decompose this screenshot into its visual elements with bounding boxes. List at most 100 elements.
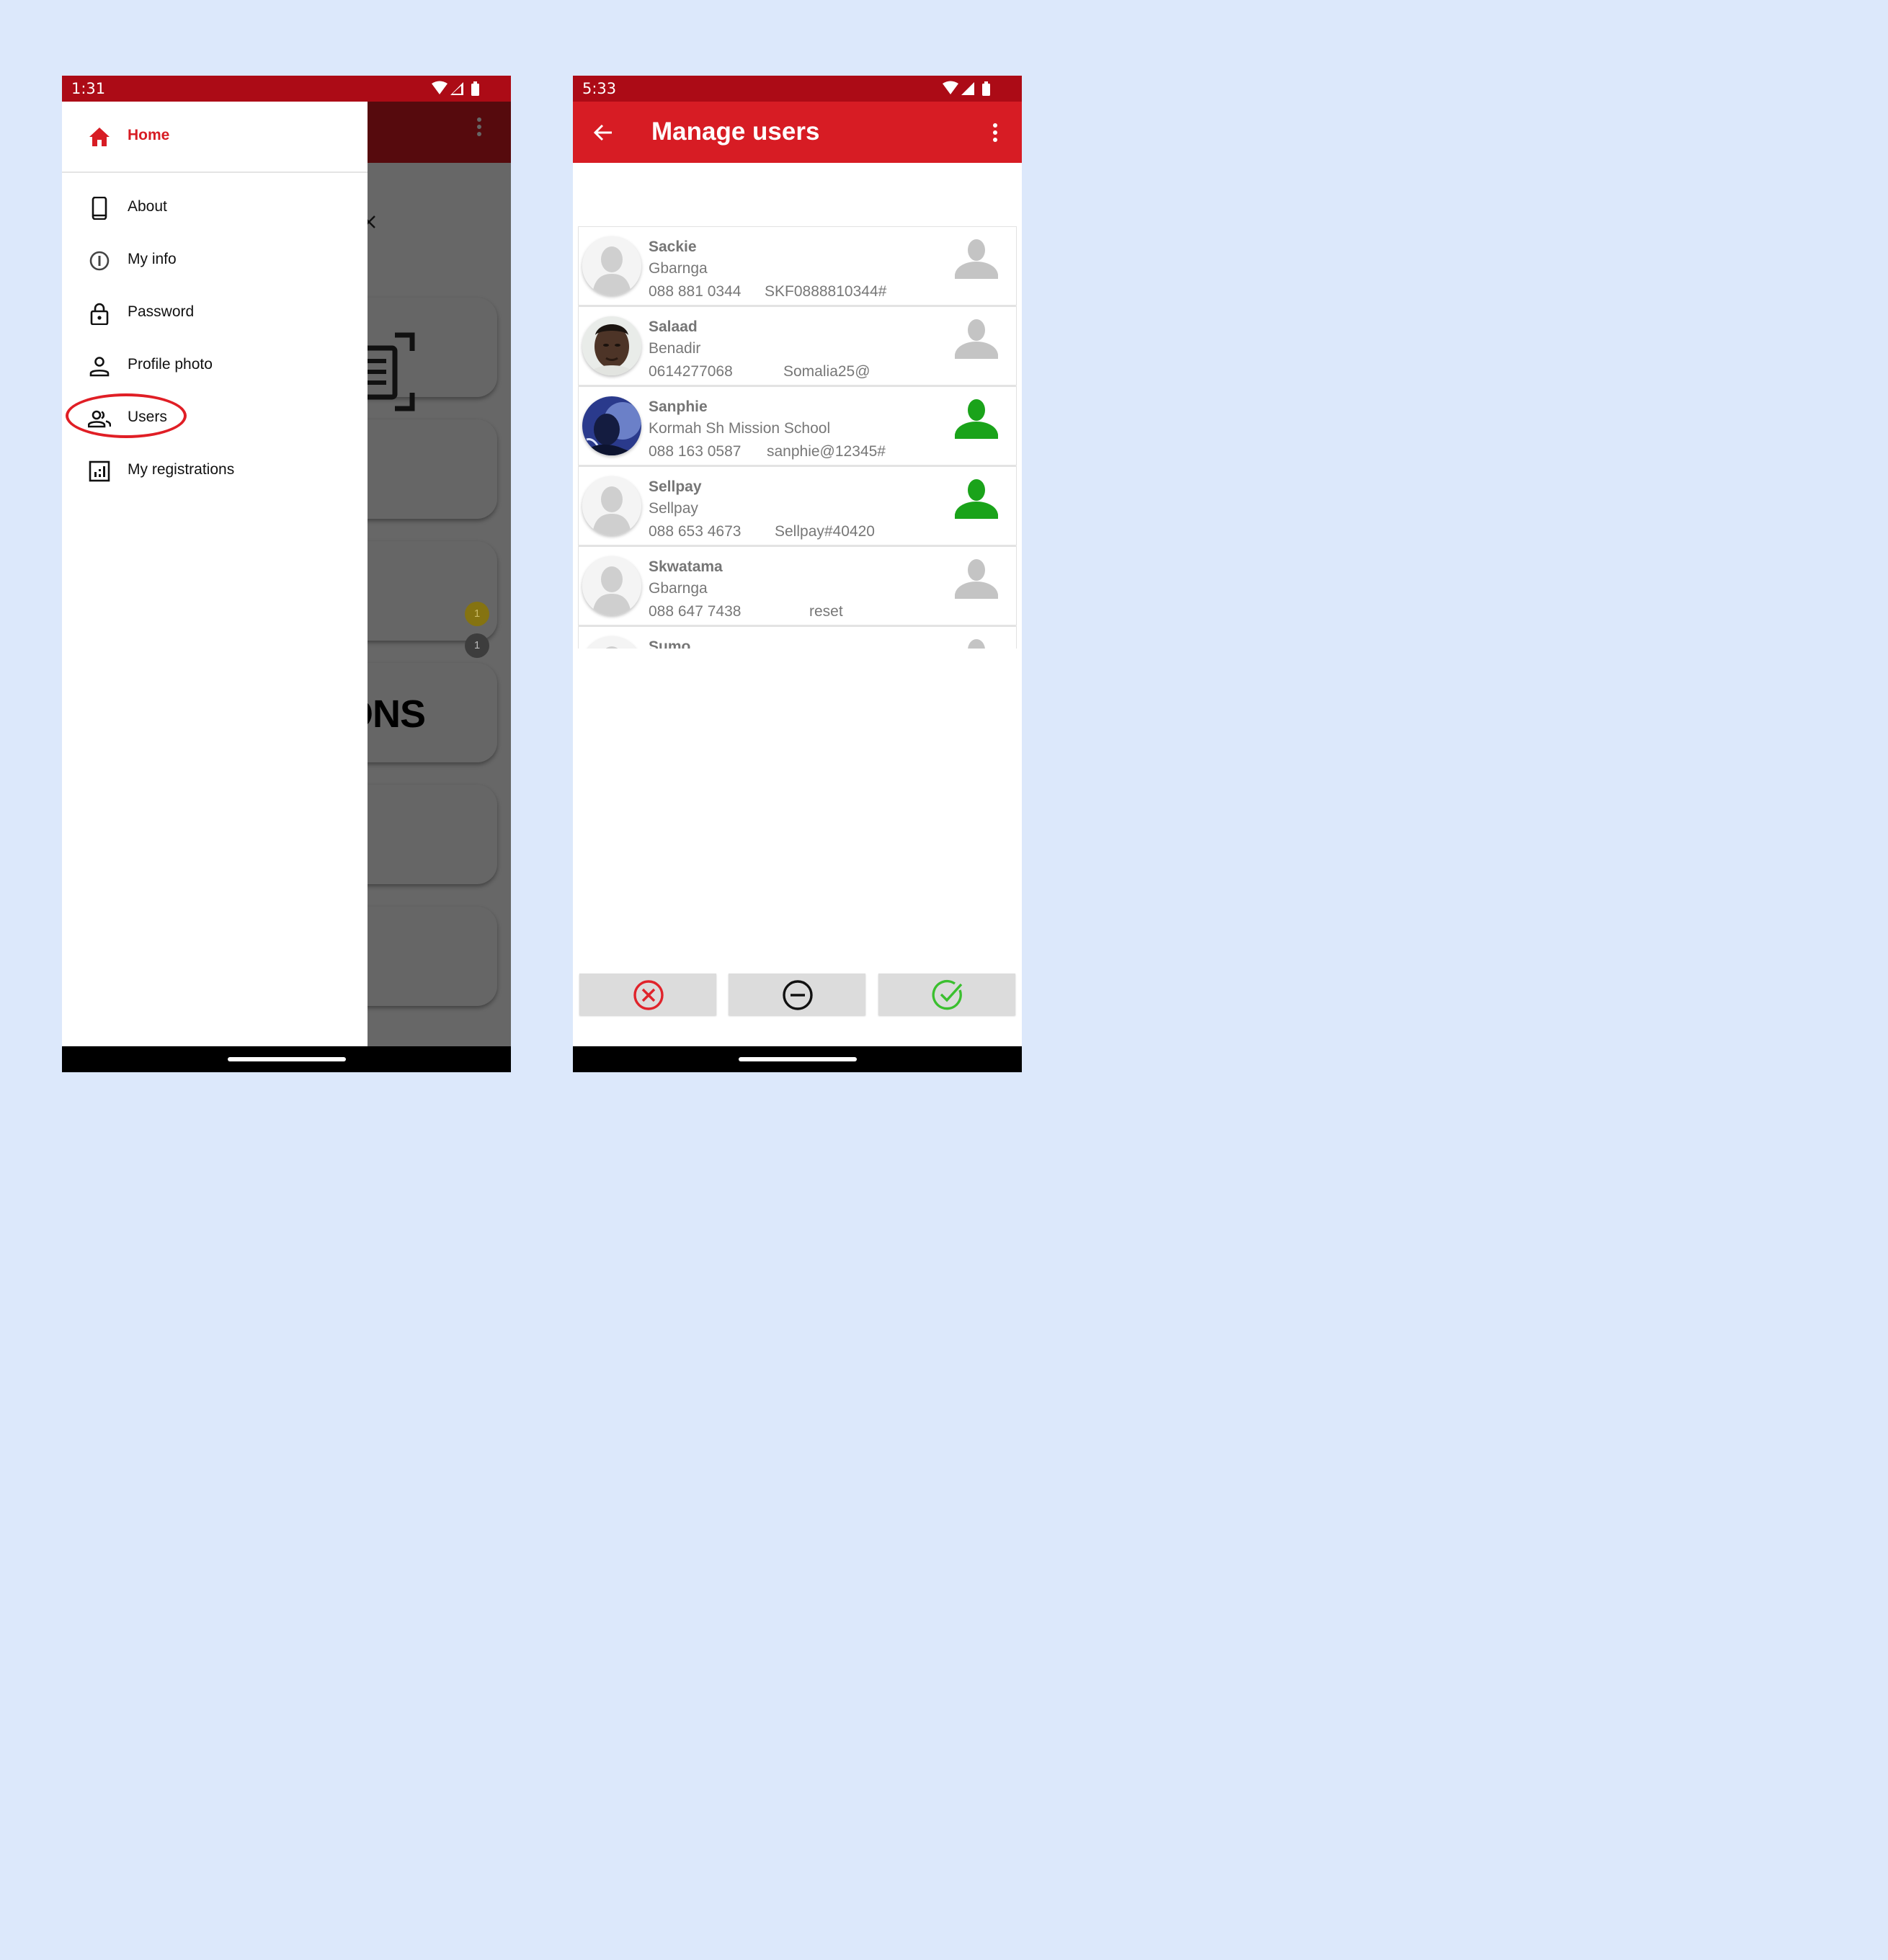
status-bar: 5:33 bbox=[573, 76, 1022, 102]
user-status-active-icon[interactable] bbox=[955, 477, 998, 520]
signal-icon bbox=[961, 82, 974, 95]
background-card-scan bbox=[368, 298, 497, 411]
default-avatar-icon bbox=[582, 636, 641, 649]
wifi-icon bbox=[943, 81, 958, 94]
user-row[interactable]: Salaad Benadir 0614277068 Somalia25@ bbox=[578, 306, 1017, 386]
drawer-item-my-registrations[interactable]: My registrations bbox=[62, 449, 368, 492]
page-title: Manage users bbox=[651, 117, 820, 146]
bar-chart-icon bbox=[89, 460, 110, 482]
home-gesture-handle[interactable] bbox=[228, 1057, 346, 1061]
gesture-nav-bar bbox=[62, 1046, 511, 1072]
user-status-inactive-icon[interactable] bbox=[955, 637, 998, 649]
user-name: Salaad bbox=[649, 318, 698, 335]
drawer-item-label: Profile photo bbox=[128, 356, 213, 373]
avatar bbox=[582, 556, 641, 615]
user-status-active-icon[interactable] bbox=[955, 397, 998, 440]
drawer-item-my-info[interactable]: My info bbox=[62, 239, 368, 282]
background-card bbox=[368, 419, 497, 519]
default-avatar-icon bbox=[582, 476, 641, 535]
user-row[interactable]: Sackie Gbarnga 088 881 0344 SKF088881034… bbox=[578, 226, 1017, 306]
smartphone-icon bbox=[92, 197, 107, 220]
approve-button[interactable] bbox=[878, 974, 1015, 1015]
app-toolbar: Manage users bbox=[573, 102, 1022, 163]
user-status-inactive-icon[interactable] bbox=[955, 237, 998, 280]
lock-icon bbox=[90, 303, 109, 325]
navigation-drawer: Home About My info Password Profile phot… bbox=[62, 102, 368, 1046]
user-location: Sellpay bbox=[649, 500, 698, 517]
disable-button[interactable] bbox=[729, 974, 865, 1015]
avatar-photo bbox=[582, 316, 641, 375]
user-password: reset bbox=[809, 603, 843, 620]
drawer-item-password[interactable]: Password bbox=[62, 291, 368, 334]
user-row[interactable]: Skwatama Gbarnga 088 647 7438 reset bbox=[578, 546, 1017, 625]
avatar bbox=[582, 636, 641, 649]
user-name: Sanphie bbox=[649, 398, 708, 415]
user-name: Sackie bbox=[649, 239, 697, 255]
user-row[interactable]: Sumo bbox=[578, 626, 1017, 649]
user-location: Benadir bbox=[649, 340, 701, 357]
user-phone: 088 647 7438 bbox=[649, 603, 742, 620]
user-status-inactive-icon[interactable] bbox=[955, 557, 998, 600]
status-icons bbox=[943, 81, 990, 96]
drawer-item-home[interactable]: Home bbox=[62, 115, 368, 158]
user-password: Sellpay#40420 bbox=[775, 523, 875, 540]
drawer-item-label: Home bbox=[128, 127, 170, 143]
user-name: Sumo bbox=[649, 638, 691, 649]
default-avatar-icon bbox=[582, 556, 641, 615]
user-row[interactable]: Sellpay Sellpay 088 653 4673 Sellpay#404… bbox=[578, 466, 1017, 545]
user-row[interactable]: Sanphie Kormah Sh Mission School 088 163… bbox=[578, 386, 1017, 466]
avatar bbox=[582, 476, 641, 535]
drawer-divider bbox=[62, 172, 368, 173]
user-phone: 0614277068 bbox=[649, 363, 733, 380]
status-time: 5:33 bbox=[582, 80, 617, 97]
drawer-item-label: Password bbox=[128, 303, 195, 320]
highlight-ellipse bbox=[66, 393, 187, 438]
user-phone: 088 881 0344 bbox=[649, 283, 742, 300]
user-name: Skwatama bbox=[649, 558, 723, 575]
drawer-item-label: About bbox=[128, 198, 167, 215]
user-list: Sackie Gbarnga 088 881 0344 SKF088881034… bbox=[578, 222, 1017, 649]
reject-button[interactable] bbox=[579, 974, 716, 1015]
person-icon bbox=[89, 357, 110, 377]
gesture-nav-bar bbox=[573, 1046, 1022, 1072]
user-location: Kormah Sh Mission School bbox=[649, 420, 831, 437]
user-password: sanphie@12345# bbox=[767, 443, 886, 460]
overflow-menu-icon bbox=[477, 117, 481, 136]
avatar-photo bbox=[582, 396, 641, 455]
drawer-item-profile-photo[interactable]: Profile photo bbox=[62, 344, 368, 387]
background-card bbox=[368, 906, 497, 1006]
phone-left-screen: 1:31 IONS 1 1 bbox=[62, 76, 511, 1072]
check-circle-icon bbox=[932, 979, 963, 1010]
user-location: Gbarnga bbox=[649, 260, 708, 277]
home-gesture-handle[interactable] bbox=[739, 1057, 857, 1061]
drawer-item-about[interactable]: About bbox=[62, 186, 368, 229]
user-status-inactive-icon[interactable] bbox=[955, 317, 998, 360]
background-app-scrim: IONS 1 1 S bbox=[368, 102, 511, 1046]
user-password: SKF0888810344# bbox=[765, 283, 887, 300]
background-card-questions: IONS bbox=[368, 663, 497, 762]
default-avatar-icon bbox=[582, 236, 641, 295]
card-title: IONS bbox=[368, 692, 426, 736]
user-password: Somalia25@ bbox=[783, 363, 870, 380]
battery-icon bbox=[982, 81, 990, 96]
drawer-item-label: My registrations bbox=[128, 461, 235, 478]
avatar bbox=[582, 236, 641, 295]
user-phone: 088 163 0587 bbox=[649, 443, 742, 460]
status-time: 1:31 bbox=[71, 80, 106, 97]
home-icon bbox=[89, 128, 110, 146]
signal-icon bbox=[450, 82, 463, 95]
status-bar: 1:31 bbox=[62, 76, 511, 102]
user-phone: 088 653 4673 bbox=[649, 523, 742, 540]
user-name: Sellpay bbox=[649, 478, 702, 495]
cancel-circle-icon bbox=[633, 980, 664, 1010]
phone-right-screen: 5:33 Manage users Sackie Gbarnga 088 881… bbox=[573, 76, 1022, 1072]
count-badge: 1 bbox=[465, 602, 489, 626]
user-photo-icon bbox=[582, 316, 641, 375]
status-icons bbox=[432, 81, 479, 96]
background-card: S bbox=[368, 785, 497, 884]
back-arrow-icon[interactable] bbox=[592, 122, 614, 143]
drawer-item-label: My info bbox=[128, 251, 177, 267]
overflow-menu-icon[interactable] bbox=[992, 122, 998, 143]
count-badge: 1 bbox=[465, 633, 489, 658]
document-scan-icon bbox=[368, 332, 415, 411]
